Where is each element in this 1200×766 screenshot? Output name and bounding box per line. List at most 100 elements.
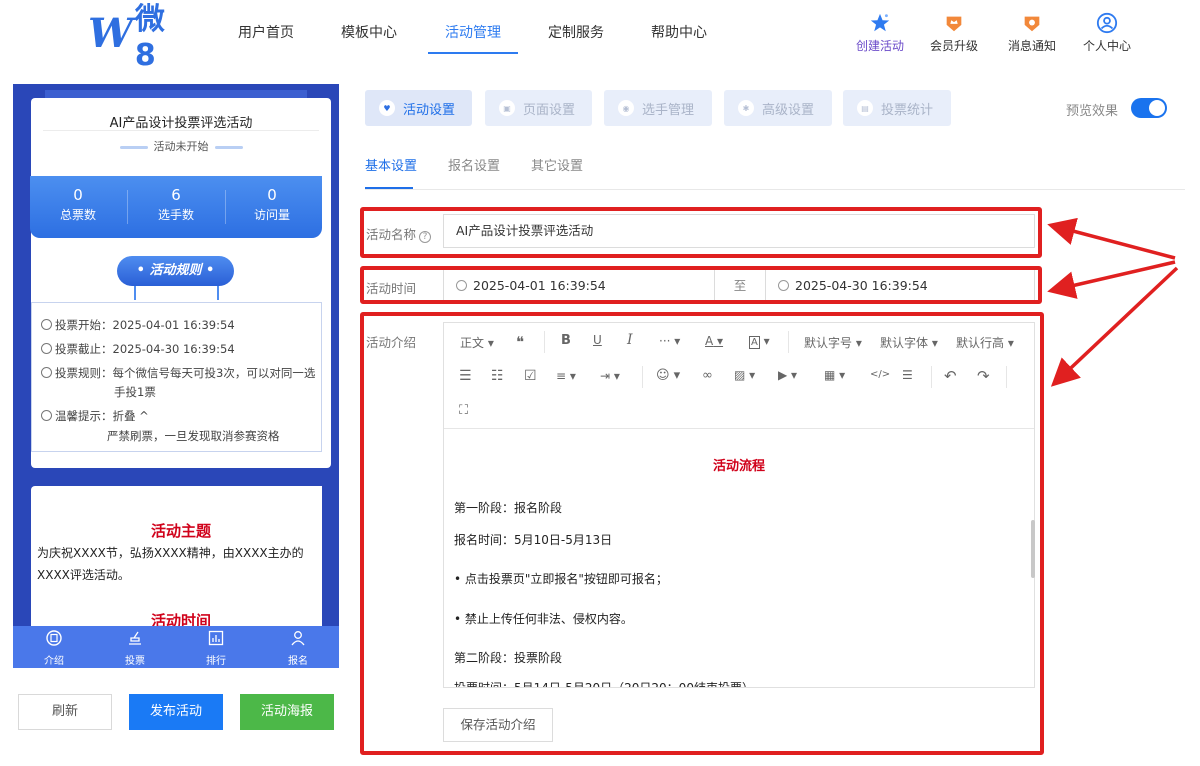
info-icon [41, 410, 52, 421]
divider [43, 130, 319, 131]
divider [225, 190, 226, 224]
stat-contestants: 6 选手数 [141, 186, 211, 223]
tab-intro[interactable]: 介绍 [29, 630, 79, 667]
rule-tip-detail: 严禁刷票，一旦发现取消参赛资格 [107, 429, 280, 443]
publish-activity-button[interactable]: 发布活动 [129, 694, 223, 730]
topic-text: 为庆祝XXXX节，弘扬XXXX精神，由XXXX主办的XXXX评选活动。 [37, 546, 304, 582]
member-upgrade-label: 会员升级 [929, 39, 978, 53]
preview-top-strip [45, 90, 307, 98]
nav-item-activity-manage[interactable]: 活动管理 [445, 22, 501, 42]
logo-w-mark: W [88, 9, 133, 57]
clock-icon [41, 343, 52, 354]
stat-value: 6 [171, 186, 181, 204]
rule-vote-start: 投票开始：2025-04-01 16:39:54 [41, 316, 235, 334]
rule-text: 投票规则：每个微信号每天可投3次，可以对同一选 [55, 366, 316, 380]
tab-vote-stats[interactable]: ▤ 投票统计 [843, 90, 951, 126]
subtab-other[interactable]: 其它设置 [531, 155, 583, 174]
highlight-box-name [360, 207, 1042, 258]
tab-page-settings[interactable]: ▣ 页面设置 [485, 90, 592, 126]
activity-poster-button[interactable]: 活动海报 [240, 694, 334, 730]
stat-value: 0 [73, 186, 83, 204]
clock-icon [41, 319, 52, 330]
create-activity-button[interactable]: 创建活动 [848, 12, 912, 60]
bell-icon [1024, 16, 1040, 32]
stat-label: 选手数 [157, 208, 194, 222]
tab-label: 高级设置 [762, 102, 815, 118]
subtab-basic[interactable]: 基本设置 [365, 155, 417, 174]
refresh-button[interactable]: 刷新 [18, 694, 112, 730]
preview-tabbar: 介绍 投票 排行 报名 [13, 626, 339, 668]
tab-ranking[interactable]: 排行 [191, 630, 241, 667]
vote-icon [129, 631, 141, 645]
rule-vote-rule-cont: 手投1票 [114, 385, 156, 399]
tab-label: 投票 [125, 656, 145, 667]
tab-label: 投票统计 [881, 102, 934, 118]
tab-advanced-settings[interactable]: ✱ 高级设置 [724, 90, 832, 126]
nav-item-home[interactable]: 用户首页 [238, 22, 294, 42]
topic-heading: 活动主题 [150, 522, 211, 540]
info-icon [41, 367, 52, 378]
crown-icon [946, 16, 962, 32]
arrow-to-time [1047, 260, 1176, 299]
tab-contestant-manage[interactable]: ◉ 选手管理 [604, 90, 712, 126]
toggle-knob [1149, 100, 1165, 116]
rules-box: 投票开始：2025-04-01 16:39:54 投票截止：2025-04-30… [31, 302, 322, 452]
personal-center-button[interactable]: 个人中心 [1075, 12, 1139, 60]
stat-label: 总票数 [59, 208, 96, 222]
preview-activity-title: AI产品设计投票评选活动 [109, 116, 253, 131]
tab-label: 介绍 [44, 656, 64, 667]
logo-text: 微8 [134, 1, 165, 73]
tab-label: 选手管理 [642, 102, 695, 118]
doc-icon [46, 630, 62, 646]
arrow-to-intro [1050, 266, 1179, 387]
person-icon [291, 631, 305, 646]
tab-label: 活动设置 [403, 102, 456, 118]
stat-total-votes: 0 总票数 [43, 186, 113, 223]
stat-value: 0 [267, 186, 277, 204]
star-icon [870, 13, 890, 32]
subtab-signup[interactable]: 报名设置 [448, 155, 500, 174]
member-upgrade-button[interactable]: 会员升级 [922, 12, 986, 60]
rule-vote-end: 投票截止：2025-04-30 16:39:54 [41, 340, 235, 358]
app-root: W 微8 用户首页 模板中心 活动管理 定制服务 帮助中心 创建活动 会员升级 … [0, 0, 1200, 766]
stat-label: 访问量 [253, 208, 290, 222]
stats-icon: ▤ [857, 100, 873, 116]
pill-connector [134, 286, 136, 300]
chart-icon [208, 630, 224, 646]
rule-text: 投票开始：2025-04-01 16:39:54 [55, 318, 235, 332]
create-activity-label: 创建活动 [855, 39, 904, 53]
rule-tip[interactable]: 温馨提示：折叠 ^ [41, 407, 149, 425]
rule-text: 投票截止：2025-04-30 16:39:54 [55, 342, 235, 356]
tab-signup[interactable]: 报名 [273, 630, 323, 667]
highlight-box-time [360, 266, 1042, 304]
user-icon [1096, 12, 1118, 34]
pill-connector [217, 286, 219, 300]
tab-vote[interactable]: 投票 [110, 630, 160, 667]
nav-item-custom-service[interactable]: 定制服务 [548, 22, 604, 42]
gear-icon: ✱ [738, 100, 754, 116]
nav-item-help[interactable]: 帮助中心 [651, 22, 707, 42]
tab-label: 排行 [206, 656, 226, 667]
heart-icon: ♥ [379, 100, 395, 116]
personal-center-label: 个人中心 [1082, 39, 1131, 53]
subtab-divider [365, 189, 1185, 190]
tab-label: 页面设置 [523, 102, 576, 118]
rule-vote-rule: 投票规则：每个微信号每天可投3次，可以对同一选 [41, 364, 315, 382]
brand-logo[interactable]: W 微8 [88, 2, 184, 73]
page-icon: ▣ [499, 100, 515, 116]
nav-active-underline [428, 52, 518, 54]
tab-activity-settings[interactable]: ♥ 活动设置 [365, 90, 472, 126]
subtab-active-underline [365, 187, 413, 189]
nav-item-templates[interactable]: 模板中心 [341, 22, 397, 42]
notifications-button[interactable]: 消息通知 [1000, 12, 1064, 60]
notifications-label: 消息通知 [1007, 39, 1056, 53]
highlight-box-intro [360, 312, 1044, 755]
status-text: 活动未开始 [153, 140, 209, 153]
top-navbar: W 微8 用户首页 模板中心 活动管理 定制服务 帮助中心 创建活动 会员升级 … [0, 0, 1200, 73]
preview-toggle[interactable] [1131, 98, 1167, 118]
divider [127, 190, 128, 224]
preview-activity-status: 活动未开始 [31, 138, 331, 154]
user-icon: ◉ [618, 100, 634, 116]
rules-pill: • 活动规则 • [117, 256, 234, 286]
arrow-to-name [1047, 217, 1176, 260]
